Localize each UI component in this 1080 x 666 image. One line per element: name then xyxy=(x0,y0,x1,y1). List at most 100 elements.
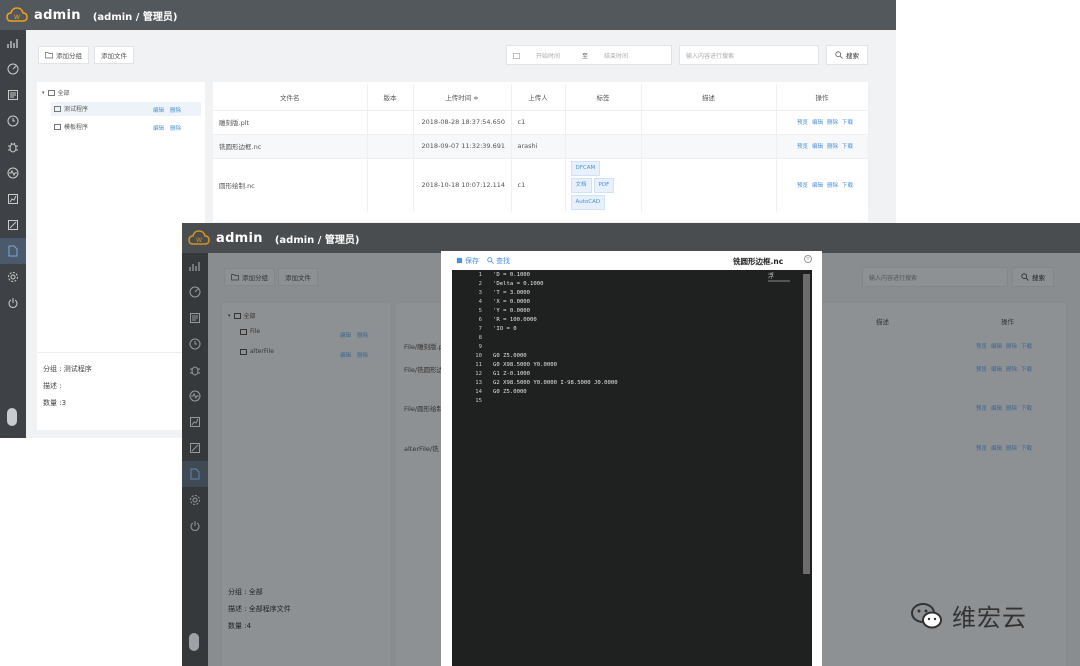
edit-link[interactable]: 编辑 xyxy=(812,144,823,150)
edit-link[interactable]: 编辑 xyxy=(812,120,823,126)
search-placeholder: 输入内容进行搜索 xyxy=(869,274,918,282)
download-link[interactable]: 下载 xyxy=(1021,446,1032,452)
edit-link[interactable]: 编辑 xyxy=(812,183,823,189)
sidebar-toggle[interactable] xyxy=(189,633,199,651)
tree-edit-link[interactable]: 编辑 xyxy=(153,124,164,132)
delete-link[interactable]: 删除 xyxy=(827,183,838,189)
col-header-desc: 描述 xyxy=(876,318,889,326)
code-area[interactable]: 1 'D = 0.1000 2 'Delta = 0.1000 3 'T = 3.0000… xyxy=(452,270,812,666)
file-manager-icon[interactable] xyxy=(0,238,26,264)
preview-link[interactable]: 预览 xyxy=(976,406,987,412)
search-input[interactable]: 输入内容进行搜索 xyxy=(679,45,819,65)
file-manager-icon[interactable] xyxy=(182,461,208,487)
download-link[interactable]: 下载 xyxy=(842,120,853,126)
power-icon[interactable] xyxy=(182,513,208,539)
close-icon[interactable]: × xyxy=(804,255,812,263)
date-range-picker[interactable]: 开始时间 至 结束时间 xyxy=(506,45,672,65)
chart-icon[interactable] xyxy=(182,409,208,435)
tree-edit-link[interactable]: 编辑 xyxy=(340,351,351,359)
preview-link[interactable]: 预览 xyxy=(797,144,808,150)
edit-doc-icon[interactable] xyxy=(0,212,26,238)
sidebar-toggle[interactable] xyxy=(7,408,17,426)
clock-icon[interactable] xyxy=(0,108,26,134)
edit-link[interactable]: 编辑 xyxy=(991,367,1002,373)
tree-item-group[interactable]: 模板程序 xyxy=(54,122,88,131)
col-header[interactable]: 上传时间 ≑ xyxy=(413,84,512,110)
tree-divider xyxy=(37,352,205,353)
tree-item-actions: 编辑 删除 xyxy=(153,106,181,114)
end-date-input[interactable]: 结束时间 xyxy=(604,51,628,60)
search-button[interactable]: 搜索 xyxy=(826,45,868,65)
download-link[interactable]: 下载 xyxy=(1021,344,1032,350)
tree-delete-link[interactable]: 删除 xyxy=(170,124,181,132)
upload-time-cell: 2018-08-28 18:37:54.650 xyxy=(413,109,512,134)
tree-item-actions: 编辑 删除 xyxy=(340,331,368,339)
download-link[interactable]: 下载 xyxy=(1021,367,1032,373)
line-number: 9 xyxy=(478,344,482,350)
download-link[interactable]: 下载 xyxy=(842,144,853,150)
save-button[interactable]: 保存 xyxy=(456,256,479,266)
clock-icon[interactable] xyxy=(182,331,208,357)
settings-icon[interactable] xyxy=(182,487,208,513)
delete-link[interactable]: 删除 xyxy=(827,120,838,126)
add-group-label: 添加分组 xyxy=(56,52,82,60)
tree-root[interactable]: ▾ 全部 xyxy=(42,88,70,97)
add-file-button[interactable]: 添加文件 xyxy=(278,268,318,286)
tags-cell: DFCAM 文档 PDF AutoCAD xyxy=(565,157,642,212)
add-file-button[interactable]: 添加文件 xyxy=(94,46,134,64)
pulse-icon[interactable] xyxy=(182,383,208,409)
table-row[interactable]: 圆形绘制.nc 2018-10-18 10:07:12.114 c1 DFCAM… xyxy=(213,157,869,212)
edit-link[interactable]: 编辑 xyxy=(991,406,1002,412)
delete-link[interactable]: 删除 xyxy=(1006,344,1017,350)
add-group-button[interactable]: 添加分组 xyxy=(38,46,89,64)
find-button[interactable]: 查找 xyxy=(487,256,510,266)
tree-delete-link[interactable]: 删除 xyxy=(357,351,368,359)
tree-item-group[interactable]: File xyxy=(240,328,260,335)
search-input[interactable]: 输入内容进行搜索 xyxy=(862,267,1008,287)
edit-doc-icon[interactable] xyxy=(182,435,208,461)
delete-link[interactable]: 删除 xyxy=(1006,446,1017,452)
tree-edit-link[interactable]: 编辑 xyxy=(340,331,351,339)
delete-link[interactable]: 删除 xyxy=(827,144,838,150)
code-line: 'X = 0.0000 xyxy=(493,299,531,305)
preview-link[interactable]: 预览 xyxy=(976,344,987,350)
delete-link[interactable]: 删除 xyxy=(1006,406,1017,412)
dashboard-icon[interactable] xyxy=(182,253,208,279)
add-file-label: 添加文件 xyxy=(101,52,127,60)
tree-edit-link[interactable]: 编辑 xyxy=(153,106,164,114)
tree-item-label: alterFile xyxy=(250,348,274,355)
settings-icon[interactable] xyxy=(0,264,26,290)
edit-link[interactable]: 编辑 xyxy=(991,446,1002,452)
editor-scrollbar[interactable] xyxy=(803,274,810,574)
edit-link[interactable]: 编辑 xyxy=(991,344,1002,350)
tree-item-group[interactable]: alterFile xyxy=(240,348,274,355)
preview-link[interactable]: 预览 xyxy=(797,120,808,126)
tree-delete-link[interactable]: 删除 xyxy=(357,331,368,339)
code-line: 'D = 0.1000 xyxy=(493,272,531,278)
table-row[interactable]: 雕刻版.plt 2018-08-28 18:37:54.650 c1 预览 编辑删… xyxy=(213,109,869,134)
report-icon[interactable] xyxy=(0,82,26,108)
file-path-cell: alterFile/铣 xyxy=(404,445,439,453)
gauge-icon[interactable] xyxy=(0,56,26,82)
dashboard-icon[interactable] xyxy=(0,30,26,56)
delete-link[interactable]: 删除 xyxy=(1006,367,1017,373)
search-button[interactable]: 搜索 xyxy=(1012,267,1054,287)
start-date-input[interactable]: 开始时间 xyxy=(536,51,560,60)
report-icon[interactable] xyxy=(182,305,208,331)
preview-link[interactable]: 预览 xyxy=(976,446,987,452)
gauge-icon[interactable] xyxy=(182,279,208,305)
tree-item-group[interactable]: 测试程序 xyxy=(54,104,88,113)
table-row[interactable]: 铣圆形边框.nc 2018-09-07 11:32:39.691 arashi … xyxy=(213,133,869,158)
add-group-button[interactable]: 添加分组 xyxy=(224,268,275,286)
tree-delete-link[interactable]: 删除 xyxy=(170,106,181,114)
download-link[interactable]: 下载 xyxy=(1021,406,1032,412)
tree-root[interactable]: ▾ 全部 xyxy=(228,311,256,320)
preview-link[interactable]: 预览 xyxy=(976,367,987,373)
pulse-icon[interactable] xyxy=(0,160,26,186)
download-link[interactable]: 下载 xyxy=(842,183,853,189)
chart-icon[interactable] xyxy=(0,186,26,212)
bug-icon[interactable] xyxy=(0,134,26,160)
preview-link[interactable]: 预览 xyxy=(797,183,808,189)
power-icon[interactable] xyxy=(0,290,26,316)
bug-icon[interactable] xyxy=(182,357,208,383)
